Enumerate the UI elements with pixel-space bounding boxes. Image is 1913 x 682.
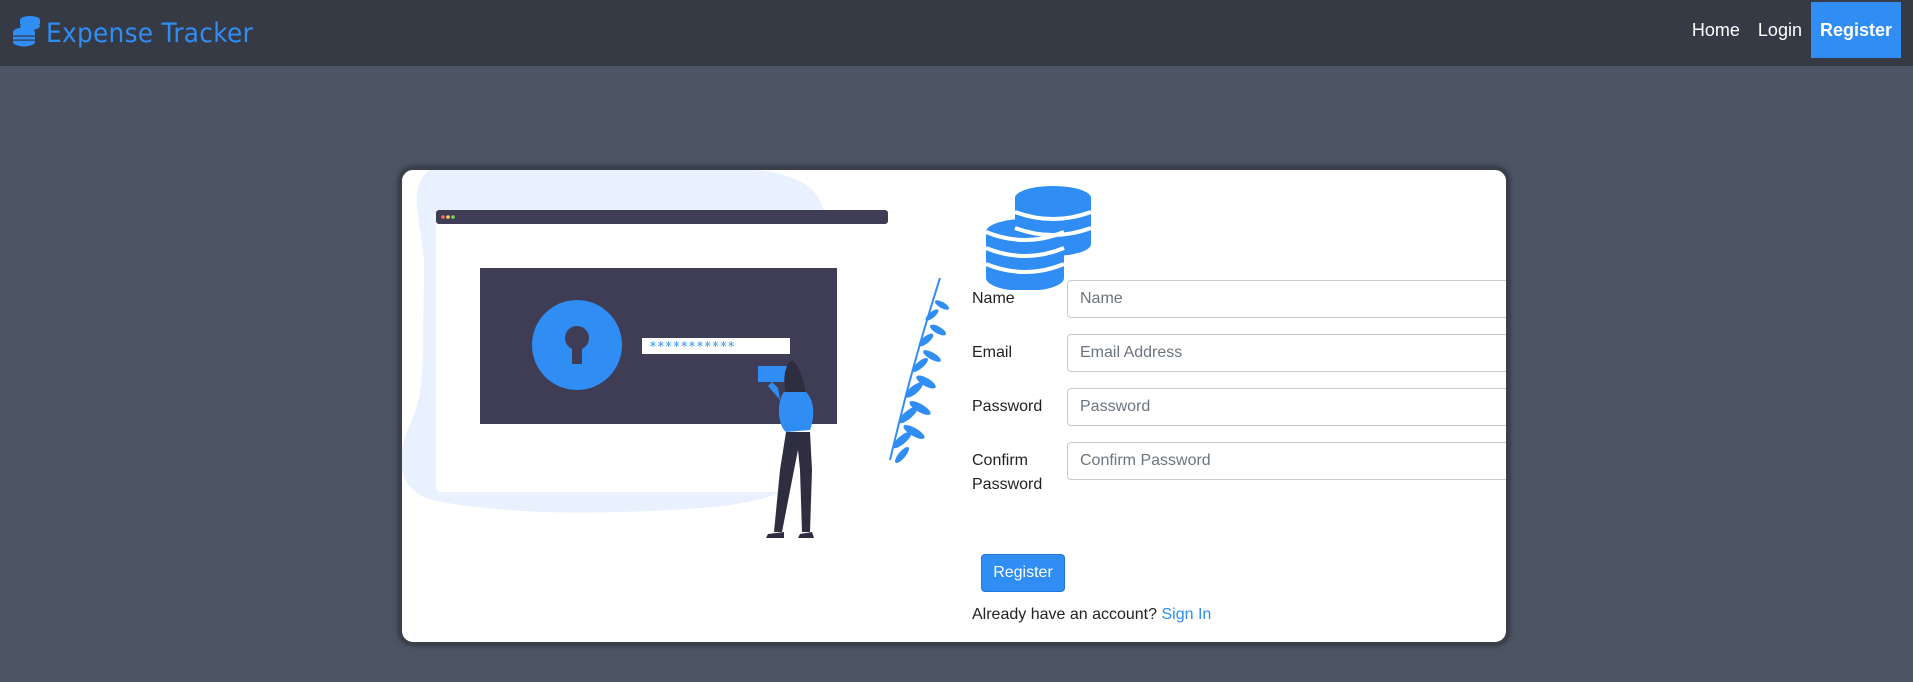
coins-stack-icon bbox=[12, 14, 42, 53]
email-label: Email bbox=[972, 344, 1013, 361]
confirm-password-label-line1: Confirm bbox=[972, 452, 1029, 469]
password-input[interactable] bbox=[1067, 388, 1506, 426]
password-label: Password bbox=[972, 398, 1043, 415]
brand-name: Expense Tracker bbox=[46, 17, 254, 49]
register-button[interactable]: Register bbox=[981, 554, 1065, 592]
name-input[interactable] bbox=[1067, 280, 1506, 318]
navbar: Expense Tracker Home Login Register bbox=[0, 0, 1913, 66]
name-label: Name bbox=[972, 290, 1015, 307]
nav-login-link[interactable]: Login bbox=[1749, 2, 1811, 58]
register-card: *********** Name Name Email Email Addres… bbox=[399, 167, 1509, 645]
nav-home-link[interactable]: Home bbox=[1683, 2, 1749, 58]
confirm-password-label-line2: Password bbox=[972, 476, 1043, 493]
coins-stack-logo-icon bbox=[985, 184, 1095, 295]
confirm-password-label: Confirm Password bbox=[972, 449, 1062, 497]
signin-prompt: Already have an account? Sign In bbox=[972, 606, 1211, 624]
nav-links: Home Login Register bbox=[1683, 2, 1901, 58]
confirm-password-input[interactable] bbox=[1067, 442, 1506, 480]
signin-prompt-text: Already have an account? bbox=[972, 606, 1158, 623]
signin-link[interactable]: Sign In bbox=[1161, 606, 1211, 623]
email-input[interactable] bbox=[1067, 334, 1506, 372]
brand[interactable]: Expense Tracker bbox=[12, 14, 271, 52]
password-mask-text: *********** bbox=[649, 340, 735, 355]
security-illustration: *********** bbox=[402, 170, 950, 538]
nav-register-link[interactable]: Register bbox=[1810, 2, 1901, 58]
